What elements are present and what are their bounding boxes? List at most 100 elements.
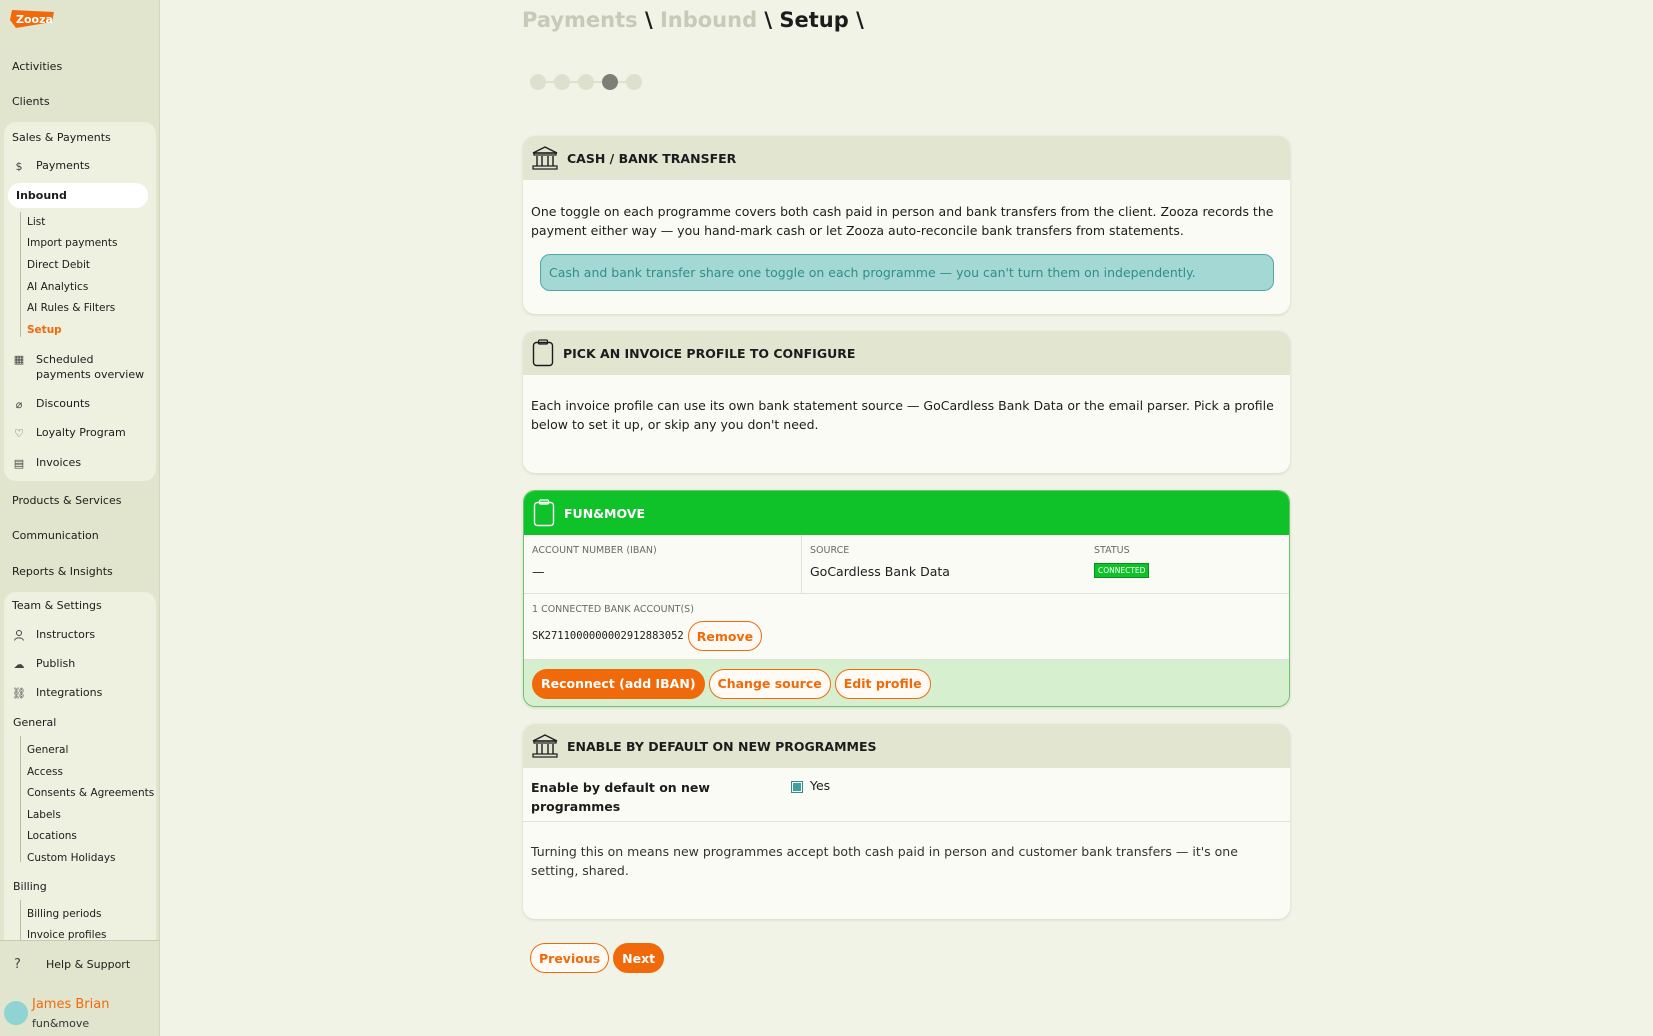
connected-account-item: SK2711000000002912883052 Remove [532,621,1281,651]
nav-scheduled-payments-label: Scheduled payments overview [36,353,145,381]
account-number-value: — [532,564,545,579]
nav-general[interactable]: General [13,716,56,729]
subnav-direct-debit[interactable]: Direct Debit [27,259,90,271]
edit-profile-button[interactable]: Edit profile [834,668,931,699]
step-1-dot[interactable] [530,74,546,90]
question-icon: ? [14,957,21,972]
team-settings-group: Team & Settings Instructors ☁ Publish ⛓ … [4,592,156,952]
subnav-general[interactable]: General [27,744,68,756]
heart-icon: ♡ [14,426,24,440]
cash-card-header: CASH / BANK TRANSFER [523,136,1290,180]
status-cell: STATUS CONNECTED [1086,535,1157,593]
step-connector [594,81,602,83]
clipboard-icon [531,339,555,367]
account-number-label: ACCOUNT NUMBER (IBAN) [532,545,657,556]
dollar-icon: $ [15,159,23,173]
funmove-profile-card[interactable]: FUN&MOVE ACCOUNT NUMBER (IBAN) — SOURCE … [523,490,1290,707]
help-support-label: Help & Support [46,958,131,971]
subnav-list[interactable]: List [27,216,45,228]
subnav-custom-holidays[interactable]: Custom Holidays [27,852,116,864]
invoice-icon: ▤ [13,456,25,470]
cash-card-notice: Cash and bank transfer share one toggle … [540,254,1274,291]
previous-button[interactable]: Previous [530,943,610,973]
wizard-navigation: Previous Next [530,943,665,973]
step-connector [618,81,626,83]
profile-details-row: ACCOUNT NUMBER (IBAN) — SOURCE GoCardles… [524,535,1289,594]
next-button[interactable]: Next [613,943,665,973]
help-support-link[interactable]: ? Help & Support [14,957,130,972]
nav-integrations[interactable]: ⛓ Integrations [12,686,102,700]
status-badge: CONNECTED [1094,563,1150,578]
avatar[interactable] [4,1001,28,1025]
calendar-icon: ▦ [13,352,25,366]
svg-text:Zooza: Zooza [16,13,53,26]
status-label: STATUS [1094,545,1130,556]
nav-instructors[interactable]: Instructors [12,628,95,642]
sidebar: Zooza Activities Clients Sales & Payment… [0,0,160,1036]
nav-clients[interactable]: Clients [12,95,50,108]
link-icon: ⛓ [12,686,26,700]
subnav-ai-rules-filters[interactable]: AI Rules & Filters [27,302,115,314]
subnav-locations[interactable]: Locations [27,830,77,842]
breadcrumb-payments[interactable]: Payments [522,8,638,32]
checkbox-checked[interactable] [791,781,803,793]
clipboard-icon [532,499,556,527]
subnav-labels[interactable]: Labels [27,809,61,821]
breadcrumb: Payments \ Inbound \ Setup \ [522,8,864,32]
sales-payments-group: Sales & Payments $ Payments Inbound List… [4,122,156,481]
nav-reports-insights[interactable]: Reports & Insights [12,565,113,578]
nav-scheduled-payments[interactable]: ▦ Scheduled payments overview [12,352,146,382]
change-source-button[interactable]: Change source [708,668,831,699]
source-cell: SOURCE GoCardless Bank Data [802,535,1086,593]
connected-accounts: 1 CONNECTED BANK ACCOUNT(S) SK2711000000… [524,594,1289,660]
sales-payments-title[interactable]: Sales & Payments [12,131,111,144]
bank-icon [531,732,559,760]
step-2-dot[interactable] [554,74,570,90]
checkbox-fill [793,783,801,791]
subnav-guide-line [20,736,21,862]
step-4-dot-current[interactable] [602,74,618,90]
user-name[interactable]: James Brian [32,997,109,1012]
funmove-card-header[interactable]: FUN&MOVE [524,491,1289,535]
subnav-import-payments[interactable]: Import payments [27,237,117,249]
subnav-billing-periods[interactable]: Billing periods [27,908,101,920]
nav-products-services[interactable]: Products & Services [12,494,121,507]
subnav-access[interactable]: Access [27,766,63,778]
sidebar-footer: ? Help & Support James Brian fun&move [0,940,159,1036]
team-settings-title[interactable]: Team & Settings [12,599,102,612]
subnav-ai-analytics[interactable]: AI Analytics [27,281,88,293]
breadcrumb-setup: Setup [779,8,849,32]
nav-payments[interactable]: $ Payments [12,159,90,173]
nav-publish[interactable]: ☁ Publish [12,657,76,671]
funmove-card-title: FUN&MOVE [564,505,645,521]
nav-communication[interactable]: Communication [12,529,99,542]
step-5-dot[interactable] [626,74,642,90]
pick-invoice-profile-card: PICK AN INVOICE PROFILE TO CONFIGURE Eac… [523,331,1290,473]
nav-inbound[interactable]: Inbound [8,183,148,208]
step-3-dot[interactable] [578,74,594,90]
profile-action-bar: Reconnect (add IBAN) Change source Edit … [524,660,1289,706]
breadcrumb-inbound[interactable]: Inbound [660,8,757,32]
nav-publish-label: Publish [36,657,76,670]
nav-activities[interactable]: Activities [12,60,62,73]
nav-discounts-label: Discounts [36,397,91,410]
default-card-description: Turning this on means new programmes acc… [531,844,1238,878]
enable-default-checkbox[interactable]: Yes [791,778,830,821]
zooza-logo[interactable]: Zooza [8,8,56,30]
default-card-title: ENABLE BY DEFAULT ON NEW PROGRAMMES [567,738,877,754]
nav-billing[interactable]: Billing [13,880,47,893]
subnav-consents[interactable]: Consents & Agreements [27,787,154,799]
nav-integrations-label: Integrations [36,686,103,699]
cash-bank-transfer-card: CASH / BANK TRANSFER One toggle on each … [523,136,1290,314]
reconnect-add-iban-button[interactable]: Reconnect (add IBAN) [532,668,705,699]
cash-card-title: CASH / BANK TRANSFER [567,150,737,166]
nav-loyalty[interactable]: ♡ Loyalty Program [12,426,126,440]
breadcrumb-separator: \ [856,8,864,32]
cash-card-description: One toggle on each programme covers both… [531,204,1274,238]
nav-discounts[interactable]: ⌀ Discounts [12,397,90,411]
account-number-cell: ACCOUNT NUMBER (IBAN) — [524,535,802,593]
subnav-setup[interactable]: Setup [27,324,62,336]
nav-invoices[interactable]: ▤ Invoices [12,456,81,470]
source-label: SOURCE [810,545,850,556]
remove-account-button[interactable]: Remove [687,621,763,651]
